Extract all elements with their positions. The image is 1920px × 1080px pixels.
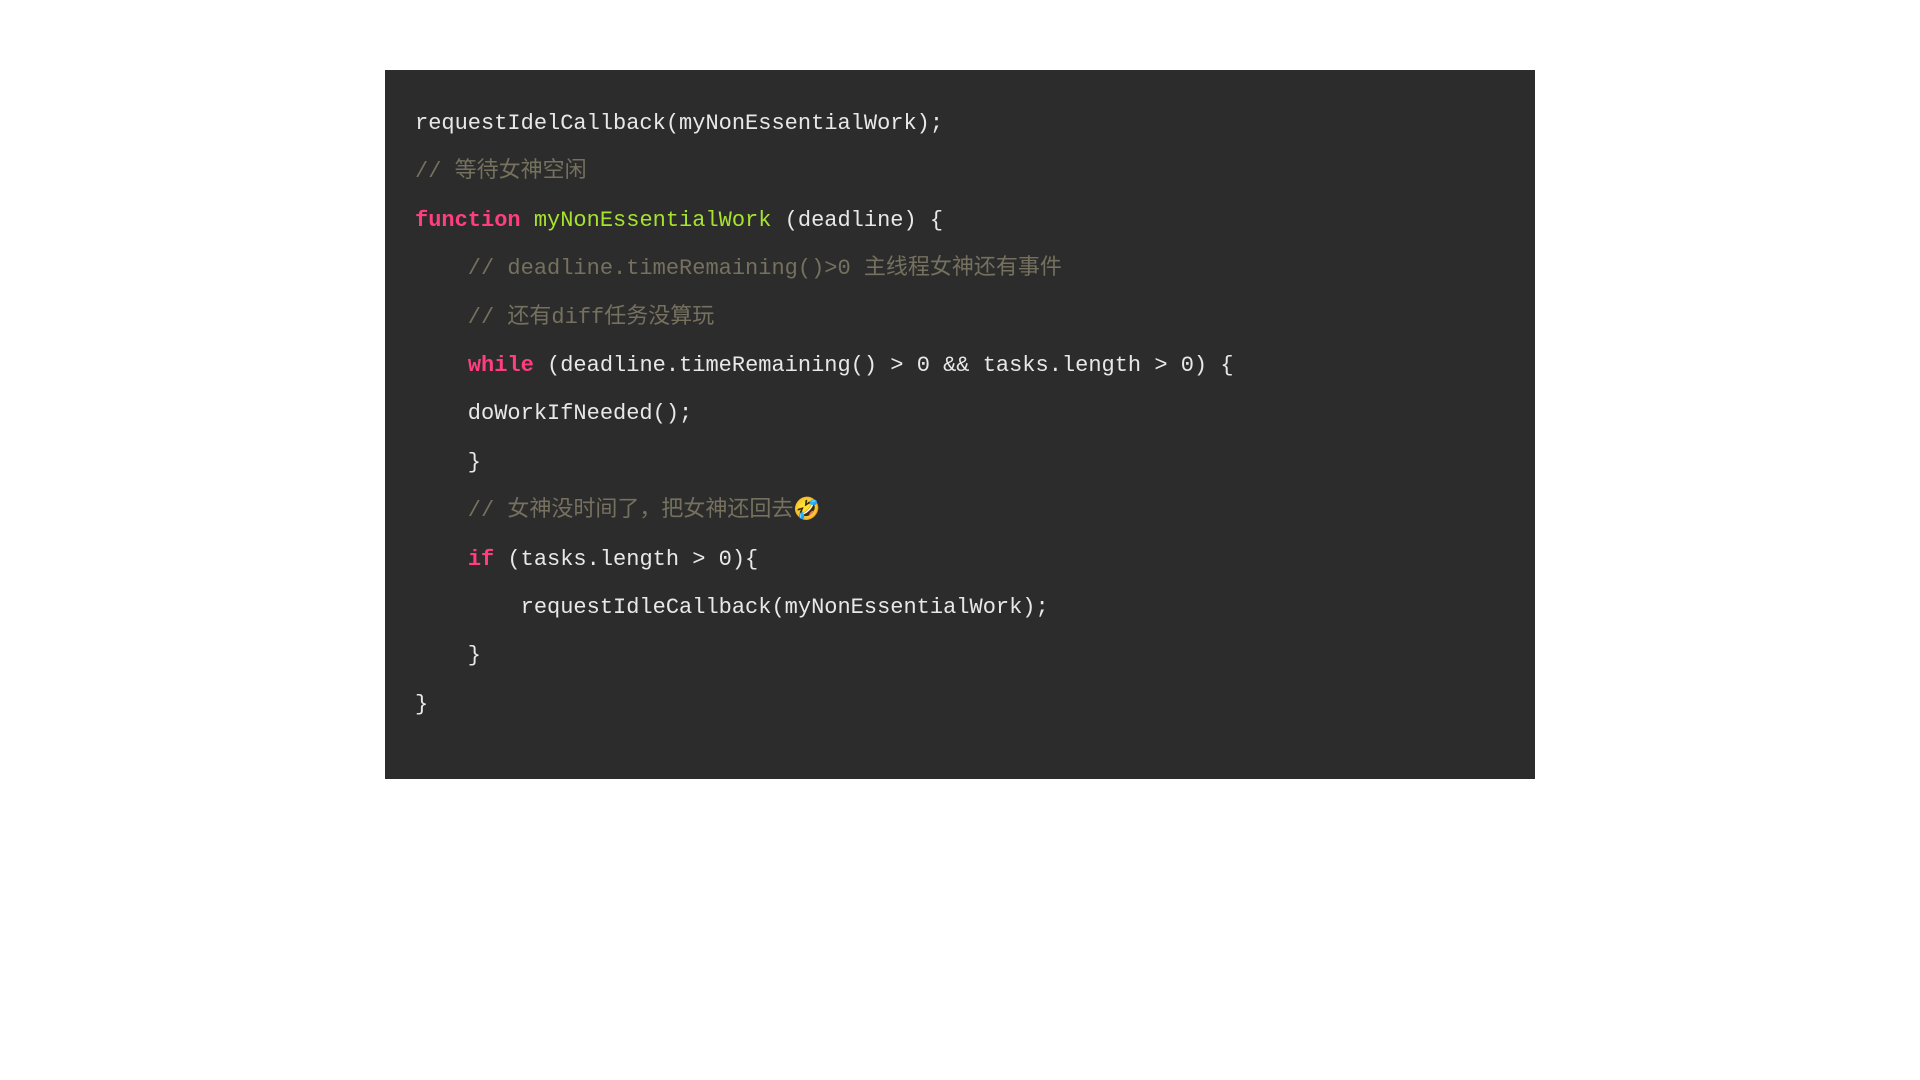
keyword-function: function	[415, 208, 521, 233]
code-line-3-rest: (deadline) {	[771, 208, 943, 233]
code-line-10-indent	[415, 547, 468, 572]
code-line-1: requestIdelCallback(myNonEssentialWork);	[415, 111, 943, 136]
code-line-8: }	[415, 450, 481, 475]
code-line-6-rest: (deadline.timeRemaining() > 0 && tasks.l…	[534, 353, 1234, 378]
code-comment-3: // 还有diff任务没算玩	[415, 305, 714, 330]
keyword-while: while	[468, 353, 534, 378]
code-line-12: }	[415, 643, 481, 668]
keyword-if: if	[468, 547, 494, 572]
code-line-13: }	[415, 692, 428, 717]
function-name: myNonEssentialWork	[521, 208, 772, 233]
code-comment-2: // deadline.timeRemaining()>0 主线程女神还有事件	[415, 256, 1062, 281]
code-block: requestIdelCallback(myNonEssentialWork);…	[385, 70, 1535, 779]
code-comment-4: // 女神没时间了，把女神还回去🤣	[415, 498, 821, 523]
code-line-11: requestIdleCallback(myNonEssentialWork);	[415, 595, 1049, 620]
code-line-6-indent	[415, 353, 468, 378]
code-comment-1: // 等待女神空闲	[415, 159, 587, 184]
code-line-10-rest: (tasks.length > 0){	[494, 547, 758, 572]
code-line-7: doWorkIfNeeded();	[415, 401, 692, 426]
